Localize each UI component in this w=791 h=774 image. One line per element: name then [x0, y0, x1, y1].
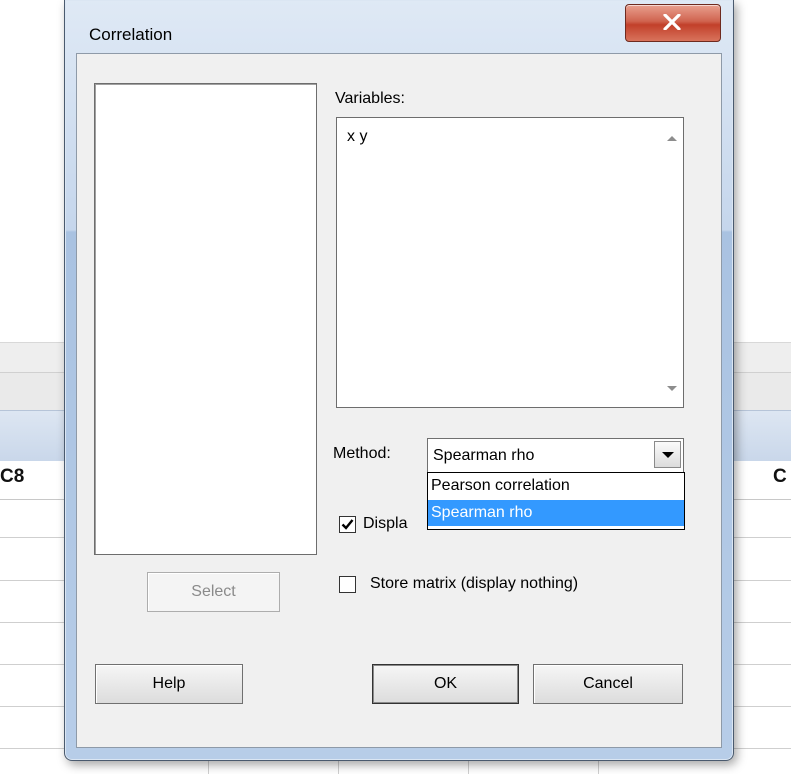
variables-input[interactable]: x y	[336, 117, 684, 408]
chevron-down-icon	[662, 452, 674, 458]
column-list-box[interactable]	[94, 83, 317, 555]
method-dropdown-button[interactable]	[654, 441, 681, 468]
method-option-spearman[interactable]: Spearman rho	[428, 500, 684, 526]
scroll-up-icon[interactable]	[667, 136, 677, 141]
display-checkbox-label[interactable]: Displa	[363, 515, 407, 533]
method-dropdown-list: Pearson correlation Spearman rho	[427, 472, 685, 530]
display-checkbox[interactable]	[339, 516, 356, 533]
checkmark-icon	[341, 519, 354, 530]
close-icon	[663, 14, 681, 30]
dialog-client-area: Variables: x y Method: Spearman rho Pear…	[76, 53, 722, 748]
variables-value: x y	[347, 128, 368, 145]
dialog-title: Correlation	[89, 25, 173, 44]
method-selected-value: Spearman rho	[433, 447, 535, 464]
help-button[interactable]: Help	[95, 664, 243, 704]
column-header-left[interactable]: C8	[0, 466, 24, 488]
method-dropdown[interactable]: Spearman rho	[427, 438, 684, 474]
scroll-down-icon[interactable]	[667, 386, 677, 391]
cancel-button[interactable]: Cancel	[533, 664, 683, 704]
select-button[interactable]: Select	[147, 572, 280, 612]
method-label: Method:	[333, 445, 391, 462]
ok-button[interactable]: OK	[372, 664, 519, 704]
store-matrix-label[interactable]: Store matrix (display nothing)	[370, 575, 578, 593]
close-button[interactable]	[625, 4, 721, 42]
store-matrix-checkbox[interactable]	[339, 576, 356, 593]
column-header-right[interactable]: C	[773, 466, 787, 488]
variables-label: Variables:	[335, 90, 405, 107]
variables-scrollbar[interactable]	[661, 118, 683, 407]
method-option-pearson[interactable]: Pearson correlation	[428, 473, 684, 499]
